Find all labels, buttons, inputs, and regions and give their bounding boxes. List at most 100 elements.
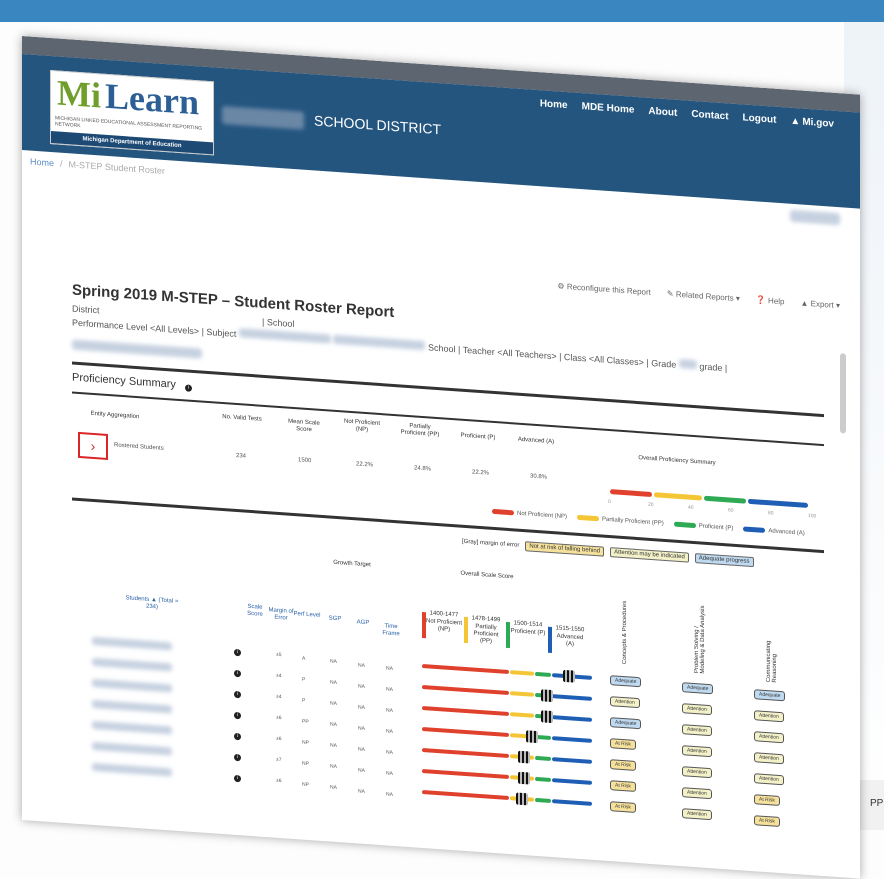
claim-badge[interactable]: Adequate [682,682,714,695]
claim-badge[interactable]: Adequate [754,689,786,702]
claim-badge[interactable]: Adequate [610,717,642,730]
col-valid-tests: No. Valid Tests [222,414,262,423]
expand-row-button[interactable]: › [78,431,108,461]
column-header[interactable]: AGP [348,619,378,628]
nav-home[interactable]: Home [540,98,568,111]
roster-cell: ±6 [276,777,282,785]
roster-cell: P [302,697,306,704]
column-header[interactable]: SGP [320,615,350,624]
legend-pp-swatch [577,514,600,522]
redacted-student-name[interactable] [92,657,172,672]
info-icon[interactable]: i [234,732,241,741]
claim-badge[interactable]: Attention [682,745,712,758]
claim-badge[interactable]: At Risk [754,794,780,806]
claim-badge[interactable]: At Risk [754,815,780,827]
export-button[interactable]: ▲ Export ▾ [801,298,841,310]
entity-name[interactable]: Rostered Students [114,442,164,451]
report-page: Mi Learn MICHIGAN LINKED EDUCATIONAL ASS… [22,36,860,879]
claim-badge[interactable]: Attention [754,710,784,723]
nav-mi-gov[interactable]: ▲ Mi.gov [790,116,834,130]
roster-cell: NA [330,679,337,687]
score-marker [525,730,538,744]
info-icon[interactable]: i [234,774,241,783]
nav-contact[interactable]: Contact [691,109,728,123]
logo-mi: Mi [57,72,101,116]
scale-band-bar [510,691,535,697]
proficiency-summary-title: Proficiency Summary i [72,371,192,392]
claim-badge[interactable]: Attention [682,766,712,779]
info-icon[interactable]: i [234,753,241,762]
info-icon[interactable]: i [234,648,241,657]
export-label: Export ▾ [810,299,840,311]
overall-bar-segment [748,498,808,508]
band-label: Proficient (P) [510,628,546,637]
axis-tick-label: 40 [688,504,694,511]
roster-cell: NA [386,707,393,714]
nav-mde-home[interactable]: MDE Home [582,101,635,116]
info-icon[interactable]: i [234,690,241,699]
scale-band-bar [422,726,510,738]
claim-badge[interactable]: Attention [754,773,784,786]
roster-cell: ±4 [276,693,282,701]
claim-badge[interactable]: Attention [682,724,712,737]
roster-cell: NP [302,739,309,746]
axis-tick-label: 20 [648,501,654,509]
claim-badge[interactable]: At Risk [610,738,636,750]
claim-header: Concepts & Procedures [622,600,628,665]
redacted-user [790,209,840,226]
axis-tick-label: 100 [808,512,817,520]
breadcrumb: Home / M-STEP Student Roster [30,157,165,176]
breadcrumb-home[interactable]: Home [30,157,54,169]
redacted-school-year [72,339,202,359]
info-icon[interactable]: i [234,669,241,678]
roster-cell: P [302,676,306,683]
roster-cell: NP [302,760,309,767]
claim-badge[interactable]: At Risk [610,801,636,813]
claim-badge[interactable]: At Risk [610,759,636,771]
breadcrumb-current: M-STEP Student Roster [68,159,165,176]
milearn-logo[interactable]: Mi Learn MICHIGAN LINKED EDUCATIONAL ASS… [50,69,214,156]
claim-badge[interactable]: Attention [754,731,784,744]
claim-badge[interactable]: Adequate [610,675,642,688]
column-header[interactable]: Perf Level [292,611,322,620]
students-header[interactable]: Students ▲ (Total = 234) [122,595,182,613]
window-top-band [0,0,884,22]
scale-band-bar [535,776,552,783]
scale-band-bar [535,797,552,804]
info-icon[interactable]: i [184,384,192,392]
redacted-student-name[interactable] [92,699,172,714]
claim-badge[interactable]: Attention [682,808,712,821]
claim-badge[interactable]: Attention [754,752,784,765]
col-p: Proficient (P) [460,432,496,442]
column-header[interactable]: Time Frame [376,623,406,639]
roster-cell: NA [330,721,337,729]
scale-band-bar [552,799,592,806]
related-reports-button[interactable]: ✎ Related Reports ▾ [667,289,740,303]
nav-logout[interactable]: Logout [743,112,777,125]
scale-band-bar [422,789,510,801]
scale-band-bar [552,736,592,743]
redacted-student-name[interactable] [92,762,172,777]
claim-badge[interactable]: At Risk [610,780,636,792]
redacted-student-name[interactable] [92,741,172,756]
nav-about[interactable]: About [648,106,677,119]
axis-tick-label: 0 [608,498,611,506]
info-icon[interactable]: i [234,711,241,720]
roster-cell: NA [358,766,365,774]
reconfigure-button[interactable]: ⚙ Reconfigure this Report [557,281,650,297]
page-scrollbar[interactable] [840,353,846,434]
redacted-student-name[interactable] [92,636,172,651]
scale-band-bar [552,694,592,701]
michigan-icon: ▲ [790,115,801,128]
help-button[interactable]: ❓ Help [756,295,785,306]
band-label: Advanced (A) [556,633,584,648]
claim-badge[interactable]: Attention [682,703,712,716]
redacted-student-name[interactable] [92,720,172,735]
overall-bar-segment [654,492,702,501]
claim-badge[interactable]: Attention [682,787,712,800]
redacted-student-name[interactable] [92,678,172,693]
score-marker [518,750,530,764]
claim-badge[interactable]: Attention [610,696,640,709]
scale-band-bar [422,768,510,780]
roster-cell: NA [330,700,337,708]
